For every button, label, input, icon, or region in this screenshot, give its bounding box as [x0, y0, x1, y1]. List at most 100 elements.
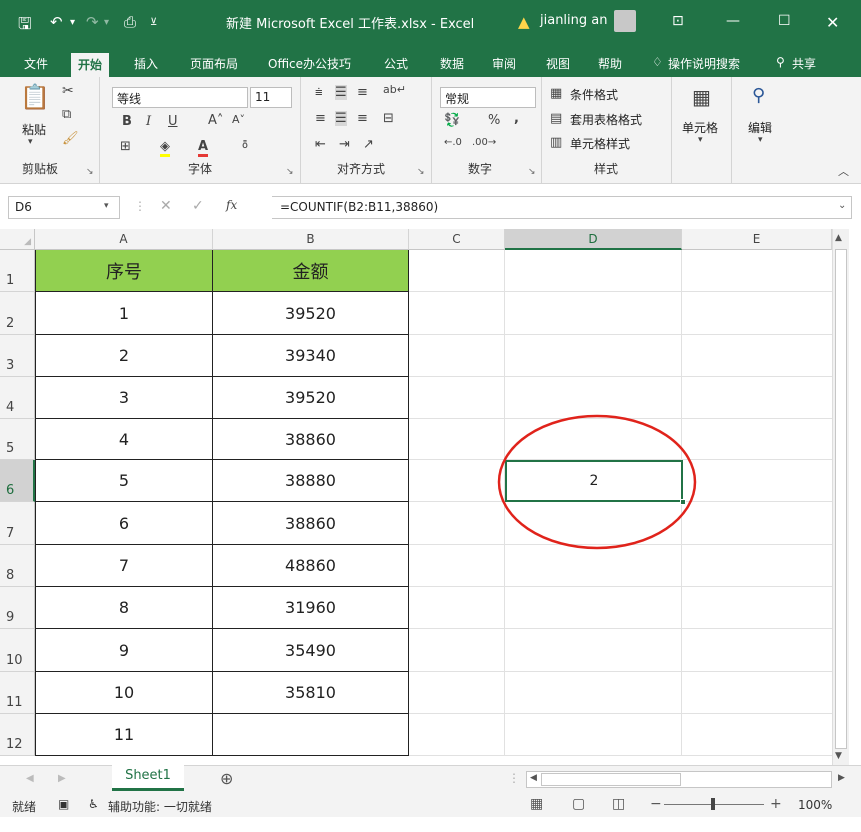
conditional-format-icon[interactable]: ▦: [550, 86, 562, 101]
table-cell-a8[interactable]: 7: [35, 545, 213, 587]
bold-button[interactable]: B: [122, 114, 132, 129]
column-header-e[interactable]: E: [682, 229, 832, 250]
paste-button[interactable]: 粘贴: [22, 121, 46, 138]
scroll-left-icon[interactable]: ◀: [530, 773, 537, 783]
search-input[interactable]: 操作说明搜索: [668, 55, 740, 72]
customize-toolbar-icon[interactable]: ⊻: [150, 17, 157, 28]
cancel-icon[interactable]: ✕: [160, 198, 172, 214]
align-center-icon[interactable]: ☰: [335, 111, 347, 126]
row-header-8[interactable]: 8: [0, 545, 35, 587]
align-right-icon[interactable]: ≡: [357, 111, 368, 126]
cut-icon[interactable]: ✂: [62, 83, 74, 99]
vertical-scrollbar[interactable]: ▲ ▼: [832, 229, 849, 765]
cells-button[interactable]: 单元格: [682, 119, 718, 136]
table-cell-a11[interactable]: 10: [35, 672, 213, 714]
zoom-in-icon[interactable]: +: [770, 796, 782, 812]
alignment-launcher-icon[interactable]: ↘: [417, 167, 425, 177]
editing-dropdown-icon[interactable]: ▾: [758, 135, 763, 145]
cells-dropdown-icon[interactable]: ▾: [698, 135, 703, 145]
table-cell-a6[interactable]: 5: [35, 460, 213, 502]
share-button[interactable]: 共享: [792, 55, 816, 72]
row-header-1[interactable]: 1: [0, 250, 35, 292]
table-cell-b3[interactable]: 39340: [213, 335, 409, 377]
tab-view[interactable]: 视图: [546, 55, 570, 72]
table-cell-a3[interactable]: 2: [35, 335, 213, 377]
expand-formula-icon[interactable]: ⌄: [838, 200, 846, 211]
align-top-icon[interactable]: ⩧: [315, 85, 323, 100]
collapse-ribbon-icon[interactable]: ︿: [838, 163, 849, 179]
font-name-dropdown[interactable]: 等线: [112, 87, 248, 108]
tab-help[interactable]: 帮助: [598, 55, 622, 72]
table-cell-b5[interactable]: 38860: [213, 419, 409, 460]
table-cell-a7[interactable]: 6: [35, 502, 213, 545]
row-header-3[interactable]: 3: [0, 335, 35, 377]
select-all-button[interactable]: ◢: [0, 229, 35, 250]
table-cell-b4[interactable]: 39520: [213, 377, 409, 419]
avatar[interactable]: [614, 10, 636, 32]
split-handle-icon[interactable]: ⋮: [508, 771, 520, 785]
format-as-table-button[interactable]: 套用表格格式: [570, 111, 642, 128]
tab-file[interactable]: 文件: [24, 55, 48, 72]
conditional-format-button[interactable]: 条件格式: [570, 86, 618, 103]
save-icon[interactable]: 🖫: [18, 13, 32, 40]
insert-function-button[interactable]: fx: [226, 198, 237, 212]
accessibility-status[interactable]: 辅助功能: 一切就绪: [108, 798, 212, 815]
accounting-format-icon[interactable]: 💱: [444, 113, 460, 128]
phonetic-icon[interactable]: ꚢ: [242, 137, 248, 152]
decrease-decimal-icon[interactable]: .00→: [472, 137, 496, 148]
redo-dropdown-icon[interactable]: ▾: [104, 17, 109, 28]
column-header-c[interactable]: C: [409, 229, 505, 250]
align-left-icon[interactable]: ≡: [315, 111, 326, 126]
cell-styles-button[interactable]: 单元格样式: [570, 135, 630, 152]
row-header-4[interactable]: 4: [0, 377, 35, 419]
maximize-icon[interactable]: ☐: [778, 13, 791, 29]
tab-review[interactable]: 审阅: [492, 55, 516, 72]
align-middle-icon[interactable]: ☰: [335, 85, 347, 100]
horizontal-scrollbar[interactable]: ◀: [526, 771, 832, 788]
table-cell-b8[interactable]: 48860: [213, 545, 409, 587]
zoom-slider-thumb[interactable]: [711, 798, 715, 810]
table-cell-b9[interactable]: 31960: [213, 587, 409, 629]
italic-button[interactable]: I: [146, 114, 151, 129]
accessibility-icon[interactable]: ♿: [88, 797, 99, 811]
row-header-6[interactable]: 6: [0, 460, 35, 502]
cell-styles-icon[interactable]: ▥: [550, 135, 562, 150]
table-cell-a2[interactable]: 1: [35, 292, 213, 335]
row-header-9[interactable]: 9: [0, 587, 35, 629]
fill-color-icon[interactable]: ◈: [160, 139, 170, 157]
tab-home[interactable]: 开始: [71, 53, 110, 79]
table-cell-a4[interactable]: 3: [35, 377, 213, 419]
clipboard-launcher-icon[interactable]: ↘: [86, 167, 94, 177]
search-icon[interactable]: ⚲: [752, 85, 765, 106]
underline-button[interactable]: U: [168, 114, 178, 129]
format-painter-icon[interactable]: 🖌: [62, 131, 79, 146]
print-preview-icon[interactable]: ⎙: [124, 13, 136, 31]
table-cell-b12[interactable]: [213, 714, 409, 756]
align-bottom-icon[interactable]: ≡: [357, 85, 368, 100]
table-cell-b11[interactable]: 35810: [213, 672, 409, 714]
scroll-thumb[interactable]: [835, 249, 847, 749]
table-cell-b10[interactable]: 35490: [213, 629, 409, 672]
number-format-dropdown[interactable]: 常规: [440, 87, 536, 108]
decrease-indent-icon[interactable]: ⇤: [315, 137, 326, 152]
table-header-b1[interactable]: 金额: [213, 250, 409, 292]
macro-icon[interactable]: ▣: [58, 797, 69, 811]
column-header-d[interactable]: D: [505, 229, 682, 250]
tab-page-layout[interactable]: 页面布局: [190, 55, 238, 72]
table-cell-a12[interactable]: 11: [35, 714, 213, 756]
tab-insert[interactable]: 插入: [134, 55, 158, 72]
warning-icon[interactable]: ▲: [518, 13, 530, 31]
scroll-down-icon[interactable]: ▼: [835, 751, 842, 761]
tab-office-tips[interactable]: Office办公技巧: [268, 55, 351, 72]
prev-sheet-icon[interactable]: ◀: [26, 773, 34, 784]
close-icon[interactable]: ✕: [826, 13, 839, 32]
font-color-icon[interactable]: A: [198, 139, 209, 157]
user-name[interactable]: jianling an: [540, 13, 607, 28]
row-header-10[interactable]: 10: [0, 629, 35, 672]
table-header-a1[interactable]: 序号: [35, 250, 213, 292]
page-break-view-icon[interactable]: ◫: [612, 796, 625, 812]
scroll-up-icon[interactable]: ▲: [835, 233, 842, 243]
row-header-2[interactable]: 2: [0, 292, 35, 335]
table-cell-b7[interactable]: 38860: [213, 502, 409, 545]
format-table-icon[interactable]: ▤: [550, 111, 562, 126]
